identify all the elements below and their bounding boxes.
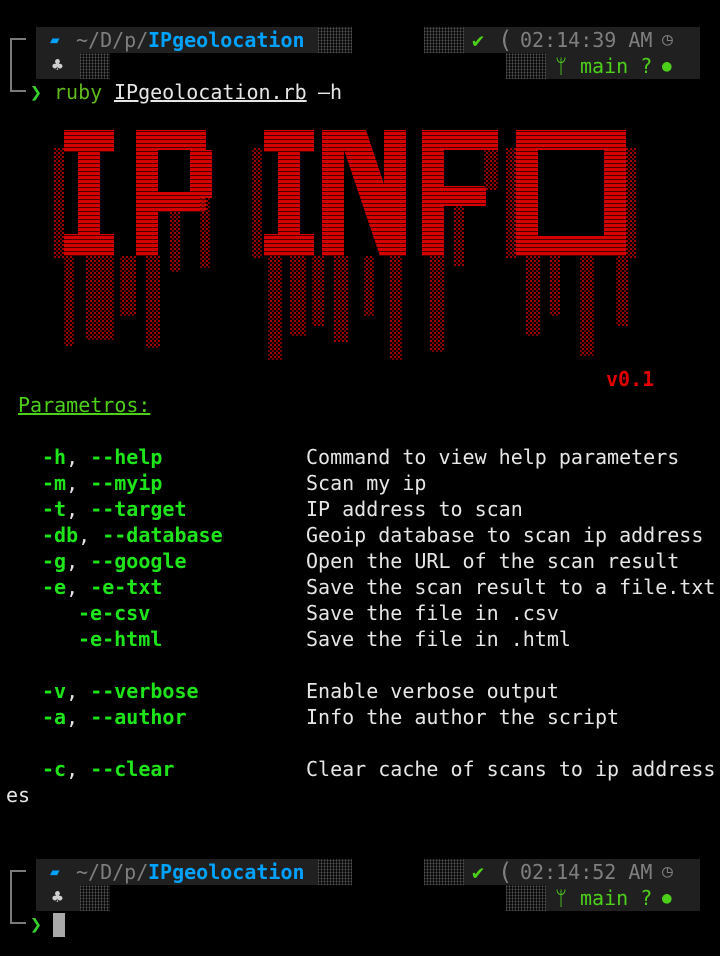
long-flag: -e-txt [90,575,163,599]
prompt-bracket-bottom [10,64,26,92]
short-flag: -db [42,523,79,547]
banner-version: v0.1 [606,367,655,391]
help-description-wrap: es [6,783,31,807]
long-flag: --google [90,549,187,573]
flag-separator: , [66,575,91,599]
flag-separator: , [66,549,91,573]
path-parent: ~/D/p/ [76,28,149,52]
flag-separator: , [66,445,91,469]
long-flag: --verbose [90,679,199,703]
git-fade [506,53,546,79]
help-row: -m, --myip [42,470,162,496]
flag-separator: , [66,497,91,521]
short-flag: -a [42,705,67,729]
help-description: Open the URL of the scan result [306,549,680,573]
help-description: Geoip database to scan ip address [306,523,704,547]
os-fade [80,885,110,911]
long-flag: -e-csv [78,601,151,625]
long-flag: -e-html [78,627,163,651]
android-icon: ♣ [52,887,63,908]
long-flag: --author [90,705,187,729]
long-flag: --database [102,523,223,547]
help-row: -e, -e-txt [42,574,162,600]
help-row: -t, --target [42,496,187,522]
segment-fade-right [424,859,464,885]
help-description: IP address to scan [306,497,523,521]
status-check-icon: ✔ [472,860,485,884]
help-row: -db, --database [42,522,223,548]
github-icon: ● [662,56,672,75]
time-display: 02:14:39 AM [520,28,653,52]
separator-paren: ( [498,858,513,886]
help-row: -e-html [78,626,162,652]
path-current-dir: IPgeolocation [148,28,305,52]
short-flag: -e [42,575,67,599]
separator-paren: ( [498,26,513,54]
command-name: ruby [54,80,103,104]
help-row: -a, --author [42,704,187,730]
flag-separator: , [66,471,91,495]
help-description: Save the file in .csv [306,601,559,625]
flag-separator: , [78,523,103,547]
help-description: Save the file in .html [306,627,571,651]
git-branch-name: main ? [580,886,653,910]
android-icon: ♣ [52,55,63,76]
flag-separator: , [66,679,91,703]
prompt-symbol: ❯ [30,912,43,936]
command-file: IPgeolocation.rb [114,80,307,104]
help-row: -g, --google [42,548,187,574]
short-flag: -c [42,757,67,781]
time-display: 02:14:52 AM [520,860,653,884]
terminal-cursor[interactable] [53,913,65,937]
path-parent: ~/D/p/ [76,860,149,884]
os-fade [80,53,110,79]
path-current-dir: IPgeolocation [148,860,305,884]
folder-icon: ▰ [50,30,60,49]
help-description: Enable verbose output [306,679,559,703]
short-flag: -g [42,549,67,573]
prompt-symbol: ❯ [30,80,43,104]
short-flag: -m [42,471,67,495]
long-flag: --clear [90,757,175,781]
prompt-bracket-bottom [10,896,26,924]
help-description: Save the scan result to a file.txt [306,575,716,599]
flag-separator: , [66,705,91,729]
long-flag: --help [90,445,163,469]
git-fade [506,885,546,911]
clock-icon: ◷ [662,861,673,882]
segment-fade-left [318,27,352,53]
help-description: Scan my ip [306,471,427,495]
help-description: Command to view help parameters [306,445,680,469]
git-branch-icon: ᛘ [555,54,567,78]
segment-fade-right [424,27,464,53]
help-heading: Parametros: [18,393,151,417]
git-branch-icon: ᛘ [555,886,567,910]
folder-icon: ▰ [50,862,60,881]
ascii-banner [50,128,650,373]
help-row: -e-csv [78,600,150,626]
flag-separator: , [66,757,91,781]
short-flag: -h [42,445,67,469]
help-row: -v, --verbose [42,678,199,704]
long-flag: --target [90,497,187,521]
command-arg: –h [318,80,343,104]
short-flag: -t [42,497,67,521]
help-description: Clear cache of scans to ip address [306,757,716,781]
help-row: -h, --help [42,444,162,470]
short-flag: -v [42,679,67,703]
help-description: Info the author the script [306,705,620,729]
ascii-banner-art [54,130,636,360]
long-flag: --myip [90,471,163,495]
segment-fade-left [318,859,352,885]
clock-icon: ◷ [662,29,673,50]
help-row: -c, --clear [42,756,174,782]
git-branch-name: main ? [580,54,653,78]
github-icon: ● [662,888,672,907]
status-check-icon: ✔ [472,28,485,52]
